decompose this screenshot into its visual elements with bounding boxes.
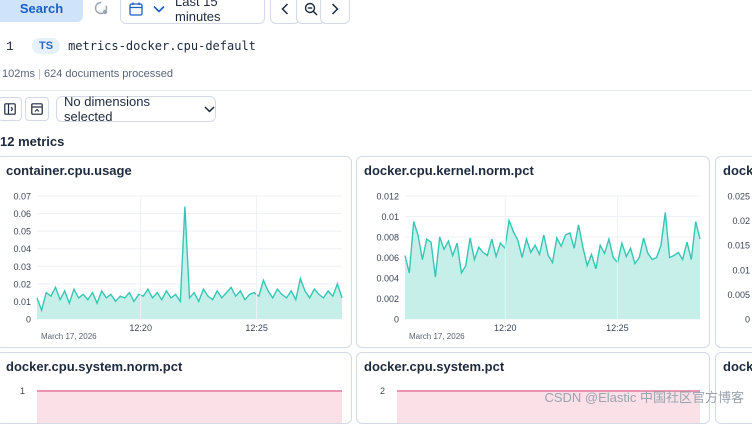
chevron-down-icon [153,5,165,13]
series-area [37,391,342,423]
refresh-icon[interactable] [89,0,113,22]
y-tick-label: 0.04 [13,244,31,254]
toggle-sidebar-button[interactable] [0,97,22,121]
chevron-right-icon [331,3,339,15]
series-line [36,206,343,313]
area-chart: 0.07 0.06 0.05 0.04 0.03 0.02 0.01 0 12:20 12:25 M… [13,192,343,341]
query-duration: 102ms [2,68,36,80]
y-tick-label: 0 [745,315,750,325]
y-tick-label: 2 [380,386,385,396]
y-tick-label: 0.02 [732,216,750,226]
y-tick-label: 0.002 [376,294,399,304]
y-tick-label: 0.008 [376,233,399,243]
area-chart: 1 [20,386,342,423]
metric-card-container-cpu-usage[interactable]: container.cpu.usage 0.07 0.06 0.05 0.04 0.03… [0,156,352,348]
x-tick-label: 12:20 [129,323,152,333]
time-range-picker[interactable]: Last 15 minutes [120,0,265,24]
series-area [405,212,700,319]
x-axis-date-label: March 17, 2026 [41,332,97,341]
source-command-badge: TS [32,38,61,54]
x-tick-label: 12:25 [245,323,268,333]
query-editor[interactable]: 1 TS metrics-docker.cpu-default [6,38,256,54]
y-tick-label: 0 [26,315,31,325]
y-tick-label: 0.012 [376,192,399,202]
x-axis-date-label: March 17, 2026 [409,332,465,341]
layout-icon [4,103,16,115]
panel-icon [31,103,43,115]
y-tick-label: 0 [394,315,399,325]
area-chart: 0.012 0.01 0.008 0.006 0.004 0.002 0 12:20 12:25… [376,192,701,341]
query-text[interactable]: metrics-docker.cpu-default [68,39,256,53]
y-tick-label: 0.01 [381,212,399,222]
metric-card-docker-cpu-system-norm-pct[interactable]: docker.cpu.system.norm.pct 1 [0,352,352,424]
y-tick-label: 0.004 [376,274,399,284]
chevron-down-icon [204,105,215,113]
divider [0,90,752,91]
zoom-out-icon [304,2,318,16]
y-tick-label: 0.006 [376,253,399,263]
search-button[interactable]: Search [0,0,83,22]
y-tick-label: 0.01 [732,265,750,275]
line-number: 1 [6,38,14,54]
y-tick-label: 0.06 [13,209,31,219]
series-area [37,206,342,319]
y-tick-label: 1 [20,386,25,396]
y-tick-label: 0.02 [13,279,31,289]
x-tick-label: 12:20 [494,323,517,333]
y-tick-label: 0.07 [13,192,31,202]
dimensions-label: No dimensions selected [64,94,150,124]
x-tick-label: 12:25 [606,323,629,333]
time-range-label: Last 15 minutes [175,0,221,24]
query-stats: 102ms | 624 documents processed [2,68,174,80]
y-tick-label: 0.03 [13,262,31,272]
calendar-icon [129,2,143,16]
metric-card-docker-cpu-kernel-norm-pct[interactable]: docker.cpu.kernel.norm.pct 0.012 0.01 0.00… [356,156,710,348]
area-chart: 0.025 0.02 0.015 0.01 0.005 0 [727,192,750,325]
next-range-button[interactable] [320,0,350,24]
dimensions-selector[interactable]: No dimensions selected [56,94,216,124]
watermark: CSDN @Elastic 中国社区官方博客 [544,390,744,405]
y-tick-label: 0.005 [727,290,750,300]
y-tick-label: 0.05 [13,227,31,237]
y-tick-label: 0.015 [727,241,750,251]
y-tick-label: 0.025 [727,192,750,202]
metric-card-title: docke [723,359,752,374]
documents-processed: 624 documents processed [44,68,174,80]
metrics-count: 12 metrics [0,134,65,149]
y-tick-label: 0.01 [13,297,31,307]
toggle-panel-button[interactable] [25,97,49,121]
chevron-left-icon [281,3,289,15]
metric-card-partial[interactable]: docke 0.0250.020.0150.010.0050 [715,156,752,348]
